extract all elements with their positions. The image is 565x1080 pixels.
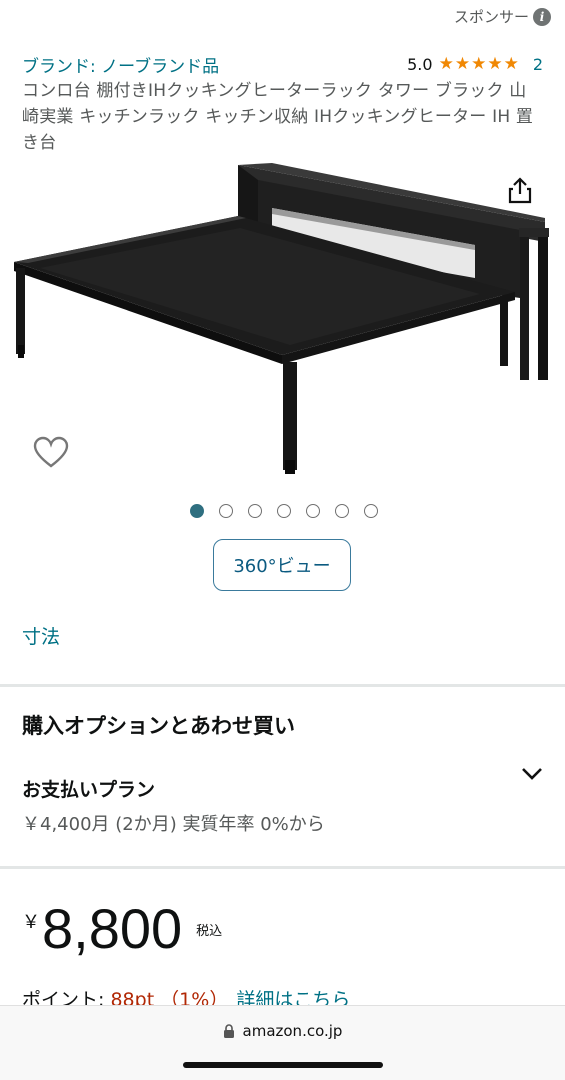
brand-rating-row: ブランド: ノーブランド品 5.0 ★ ★ ★ ★ ★ 2 [22,52,543,77]
heart-icon[interactable] [33,436,69,470]
carousel-dot[interactable] [363,504,378,518]
payment-plan-title[interactable]: お支払いプラン [22,775,155,802]
sponsored-text: スポンサー [453,8,529,26]
points-row: ポイント: 88pt （1%） 詳細はこちら [22,985,350,1005]
product-image[interactable] [0,150,565,490]
carousel-dot[interactable] [218,504,233,518]
star-icon: ★ [471,54,487,74]
dimensions-link[interactable]: 寸法 [22,622,60,649]
view-360-button[interactable]: 360°ビュー [213,539,351,591]
carousel-dot[interactable] [305,504,320,518]
points-value: 88pt （1%） [110,989,229,1005]
home-indicator[interactable] [183,1062,383,1068]
payment-plan-detail: ￥4,400月 (2か月) 実質年率 0%から [22,814,325,835]
star-icon: ★ [438,54,454,74]
price-block: ￥ 8,800 税込 [22,896,222,962]
price-amount: 8,800 [42,897,183,960]
product-title: コンロ台 棚付きIHクッキングヒーターラック タワー ブラック 山崎実業 キッチ… [22,81,534,153]
points-label: ポイント: [22,989,111,1005]
currency-symbol: ￥ [22,912,40,933]
browser-address-bar[interactable]: amazon.co.jp [0,1005,565,1080]
star-icon: ★ [454,54,471,74]
brand-link[interactable]: ブランド: ノーブランド品 [22,52,219,77]
tax-label: 税込 [196,924,223,939]
review-count-link[interactable]: 2 [533,55,543,74]
chevron-down-icon[interactable] [518,762,546,784]
points-details-link[interactable]: 詳細はこちら [236,989,350,1005]
star-icon: ★ [487,54,503,74]
section-divider [0,684,565,687]
rating-summary[interactable]: 5.0 ★ ★ ★ ★ ★ 2 [407,55,543,74]
info-icon[interactable]: i [533,7,551,26]
carousel-dot[interactable] [334,504,349,518]
rating-value: 5.0 [407,55,433,74]
share-icon[interactable] [505,175,535,205]
sponsored-label[interactable]: スポンサー i [454,6,551,27]
url-text: amazon.co.jp [242,1022,343,1040]
image-carousel-dots [0,504,565,518]
star-rating: ★ ★ ★ ★ ★ [439,56,519,73]
url-display[interactable]: amazon.co.jp [0,1022,565,1040]
carousel-dot[interactable] [276,504,291,518]
purchase-options-heading: 購入オプションとあわせ買い [22,714,295,738]
star-icon: ★ [503,54,519,74]
lock-icon [223,1024,234,1038]
carousel-dot[interactable] [247,504,262,518]
section-divider [0,866,565,869]
carousel-dot[interactable] [189,504,204,518]
